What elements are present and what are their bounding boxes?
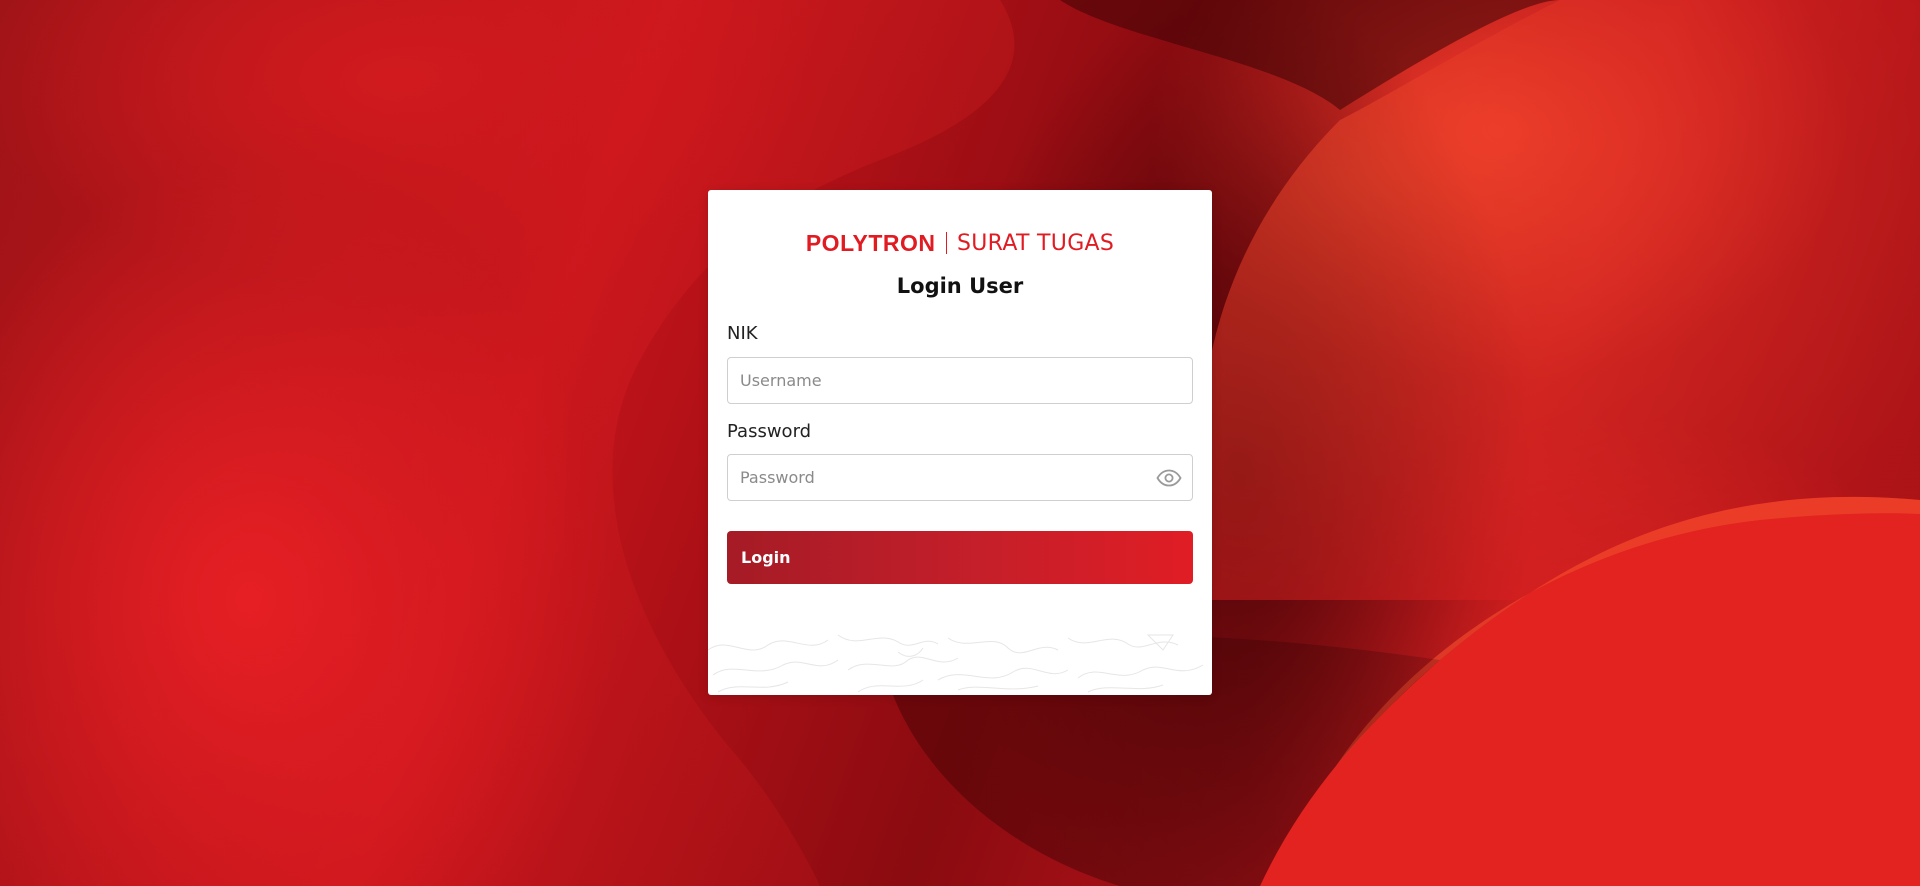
password-input[interactable]: [728, 455, 1192, 500]
nik-label: NIK: [727, 323, 758, 344]
app-name: SURAT TUGAS: [957, 230, 1115, 256]
topographic-pattern: [708, 634, 1204, 693]
nik-input[interactable]: [728, 358, 1192, 403]
brand-divider: [945, 232, 948, 254]
page-title: Login User: [896, 274, 1024, 298]
nik-field-wrapper: [727, 357, 1193, 404]
password-label: Password: [727, 421, 812, 442]
password-field-wrapper: [727, 454, 1193, 501]
brand-header: POLYTRON SURAT TUGAS: [708, 228, 1212, 258]
eye-icon[interactable]: [1156, 466, 1182, 490]
polytron-logo: POLYTRON: [805, 229, 936, 256]
login-card: POLYTRON SURAT TUGAS Login User NIK Pass…: [708, 190, 1212, 695]
login-button[interactable]: Login: [727, 531, 1193, 584]
